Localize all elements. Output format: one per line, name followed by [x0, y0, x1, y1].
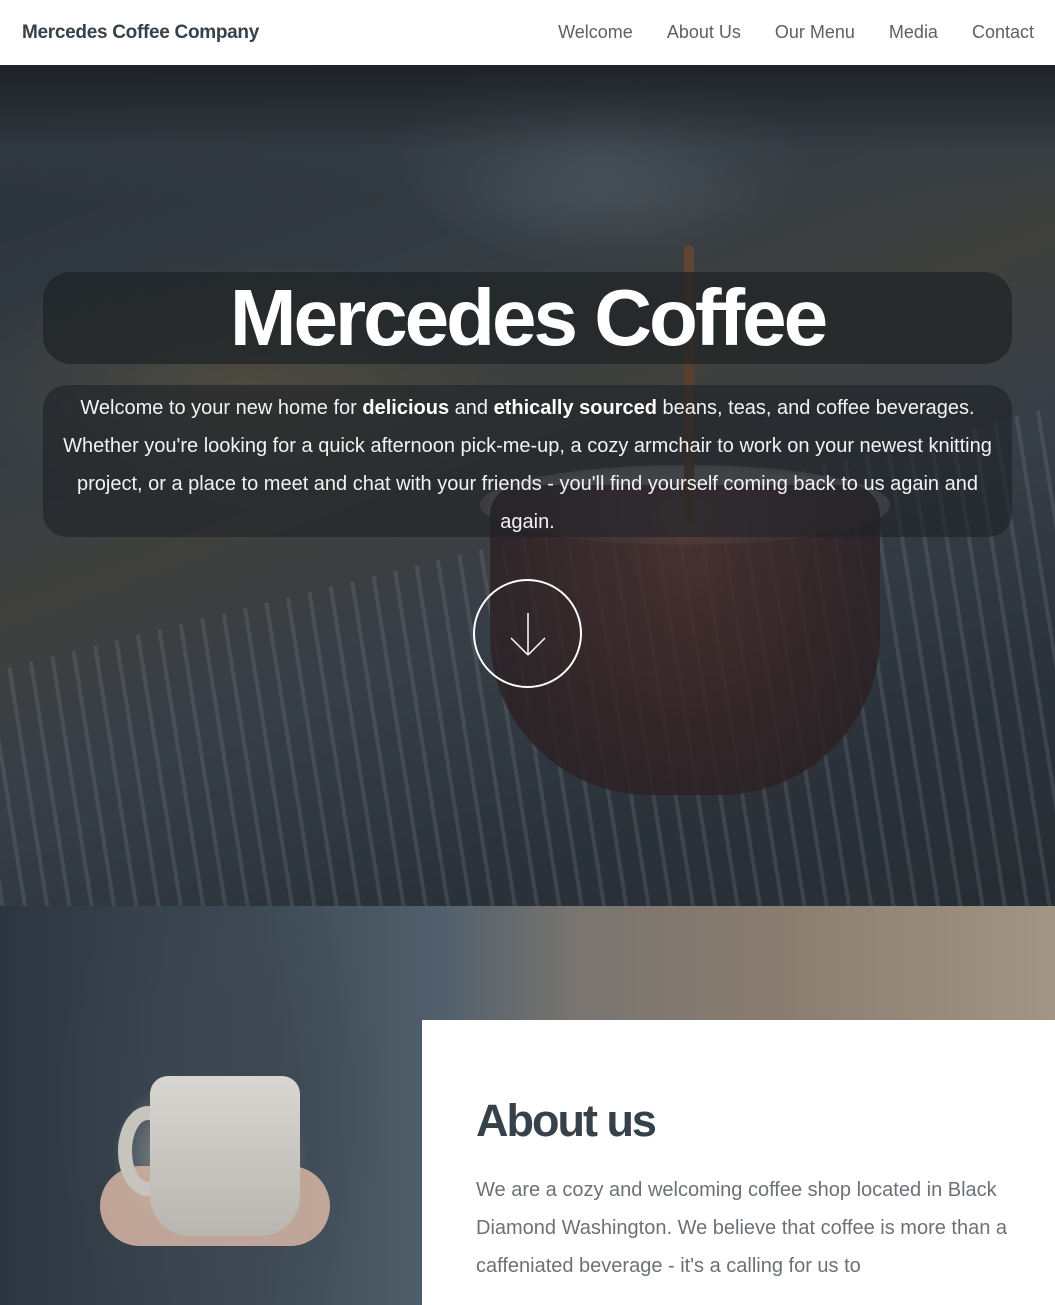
hero-title: Mercedes Coffee	[229, 273, 828, 362]
about-text: We are a cozy and welcoming coffee shop …	[476, 1179, 1008, 1277]
about-card: About us We are a cozy and welcoming cof…	[422, 1020, 1055, 1305]
about-background-mug	[150, 1076, 300, 1236]
nav-link-contact[interactable]: Contact	[972, 22, 1034, 43]
hero-intro-box: Welcome to your new home for delicious a…	[43, 385, 1012, 537]
hero-section: Mercedes Coffee Welcome to your new home…	[0, 65, 1055, 906]
about-section: About us We are a cozy and welcoming cof…	[0, 906, 1055, 1305]
nav-links: Welcome About Us Our Menu Media Contact	[558, 22, 1034, 43]
top-navbar: Mercedes Coffee Company Welcome About Us…	[0, 0, 1055, 65]
intro-bold-ethically-sourced: ethically sourced	[493, 397, 657, 419]
hero-title-box: Mercedes Coffee	[43, 272, 1012, 364]
intro-text-mid: and	[449, 397, 494, 419]
intro-text-start: Welcome to your new home for	[80, 397, 363, 419]
nav-link-our-menu[interactable]: Our Menu	[775, 22, 855, 43]
brand-name[interactable]: Mercedes Coffee Company	[22, 22, 259, 44]
intro-bold-delicious: delicious	[362, 397, 450, 419]
arrow-down-icon	[509, 612, 546, 656]
nav-link-welcome[interactable]: Welcome	[558, 22, 633, 43]
nav-link-media[interactable]: Media	[889, 22, 938, 43]
scroll-down-button[interactable]	[473, 579, 582, 688]
about-title: About us	[476, 1095, 657, 1146]
nav-link-about-us[interactable]: About Us	[667, 22, 741, 43]
hero-intro-text: Welcome to your new home for delicious a…	[63, 389, 992, 541]
